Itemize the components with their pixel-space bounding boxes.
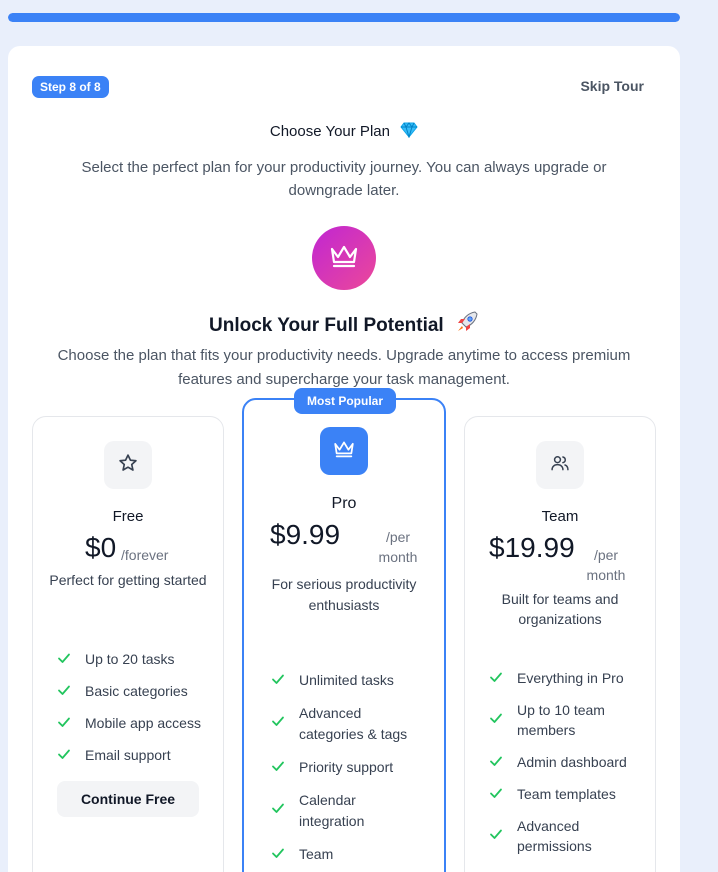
feature-label: Advanced categories & tags <box>299 705 408 742</box>
feature-label: Advanced permissions <box>517 818 592 854</box>
check-icon <box>271 672 287 686</box>
most-popular-badge: Most Popular <box>294 388 397 414</box>
plan-price: $0 <box>85 532 117 563</box>
check-icon <box>271 801 287 815</box>
feature-item: Email support <box>57 745 213 765</box>
step-badge: Step 8 of 8 <box>32 76 109 98</box>
feature-label: Admin dashboard <box>517 754 627 770</box>
feature-item: Up to 10 team members <box>489 700 645 740</box>
feature-item: Up to 20 tasks <box>57 649 213 669</box>
check-icon <box>57 651 73 665</box>
plan-card-free[interactable]: Free $0 /forever Perfect for getting sta… <box>32 416 224 872</box>
feature-label: Up to 20 tasks <box>85 651 175 667</box>
choose-plan-title: Choose Your Plan <box>269 123 390 140</box>
feature-item: Advanced permissions <box>489 816 645 856</box>
onboarding-card: Step 8 of 8 Skip Tour Choose Your Plan S… <box>8 46 680 872</box>
feature-item: Unlimited tasks <box>271 670 434 691</box>
feature-item: Basic categories <box>57 681 213 701</box>
check-icon <box>489 827 505 841</box>
plan-description: For serious productivity enthusiasts <box>271 576 417 613</box>
plan-name: Pro <box>331 495 357 512</box>
plan-icon-pro <box>320 427 368 475</box>
feature-item: Mobile app access <box>57 713 213 733</box>
check-icon <box>271 714 287 728</box>
crown-badge <box>312 226 376 290</box>
feature-item: Admin dashboard <box>489 752 645 772</box>
plan-period: /forever <box>121 547 169 563</box>
check-icon <box>57 683 73 697</box>
check-icon <box>489 711 505 725</box>
feature-label: Priority support <box>299 759 394 775</box>
check-icon <box>271 846 287 860</box>
feature-label: Team templates <box>517 786 616 802</box>
choose-plan-subtitle: Select the perfect plan for your product… <box>81 159 607 199</box>
check-icon <box>271 759 287 773</box>
feature-list: Up to 20 tasks Basic categories Mobile a… <box>57 649 213 777</box>
feature-label: Mobile app access <box>85 715 201 731</box>
unlock-subtitle: Choose the plan that fits your productiv… <box>57 347 631 388</box>
feature-item: Team <box>271 844 434 865</box>
rocket-icon <box>455 310 479 340</box>
tour-progress-fill <box>8 13 680 22</box>
plan-name: Team <box>541 508 579 525</box>
star-icon <box>118 453 138 478</box>
feature-label: Team <box>299 846 334 862</box>
unlock-heading: Unlock Your Full Potential <box>8 310 680 340</box>
check-icon <box>489 754 505 768</box>
gem-icon <box>400 122 418 142</box>
feature-label: Up to 10 team members <box>517 702 605 738</box>
feature-label: Unlimited tasks <box>299 672 394 688</box>
plan-card-team[interactable]: Team $19.99 /per month Built for teams a… <box>464 416 656 872</box>
plan-description: Built for teams and organizations <box>501 591 619 627</box>
plan-icon-free <box>104 441 152 489</box>
plan-card-pro[interactable]: Most Popular Pro $9.99 /per month For se… <box>242 388 446 872</box>
plan-period: /per month <box>586 547 626 583</box>
feature-label: Email support <box>85 747 171 763</box>
check-icon <box>489 786 505 800</box>
continue-free-button[interactable]: Continue Free <box>57 781 199 817</box>
plan-icon-team <box>536 441 584 489</box>
check-icon <box>57 747 73 761</box>
tour-progress-bar <box>8 13 680 22</box>
choose-plan-heading: Choose Your Plan <box>8 122 680 142</box>
plan-description: Perfect for getting started <box>49 572 207 588</box>
plan-price: $9.99 <box>270 519 341 550</box>
skip-tour-button[interactable]: Skip Tour <box>580 78 644 94</box>
feature-label: Everything in Pro <box>517 670 624 686</box>
feature-item: Everything in Pro <box>489 668 645 688</box>
plan-period: /per month <box>378 529 418 565</box>
feature-label: Calendar integration <box>299 792 365 829</box>
feature-item: Calendar integration <box>271 790 434 832</box>
crown-icon <box>329 243 359 274</box>
plan-price: $19.99 <box>489 532 575 563</box>
feature-item: Advanced categories & tags <box>271 703 434 745</box>
feature-list: Everything in Pro Up to 10 team members … <box>489 668 645 868</box>
feature-item: Team templates <box>489 784 645 804</box>
check-icon <box>489 670 505 684</box>
plan-name: Free <box>112 508 144 525</box>
feature-label: Basic categories <box>85 683 188 699</box>
crown-icon <box>333 439 355 464</box>
feature-item: Priority support <box>271 757 434 778</box>
users-icon <box>550 453 570 478</box>
check-icon <box>57 715 73 729</box>
feature-list: Unlimited tasks Advanced categories & ta… <box>271 670 434 872</box>
unlock-title: Unlock Your Full Potential <box>209 315 444 336</box>
